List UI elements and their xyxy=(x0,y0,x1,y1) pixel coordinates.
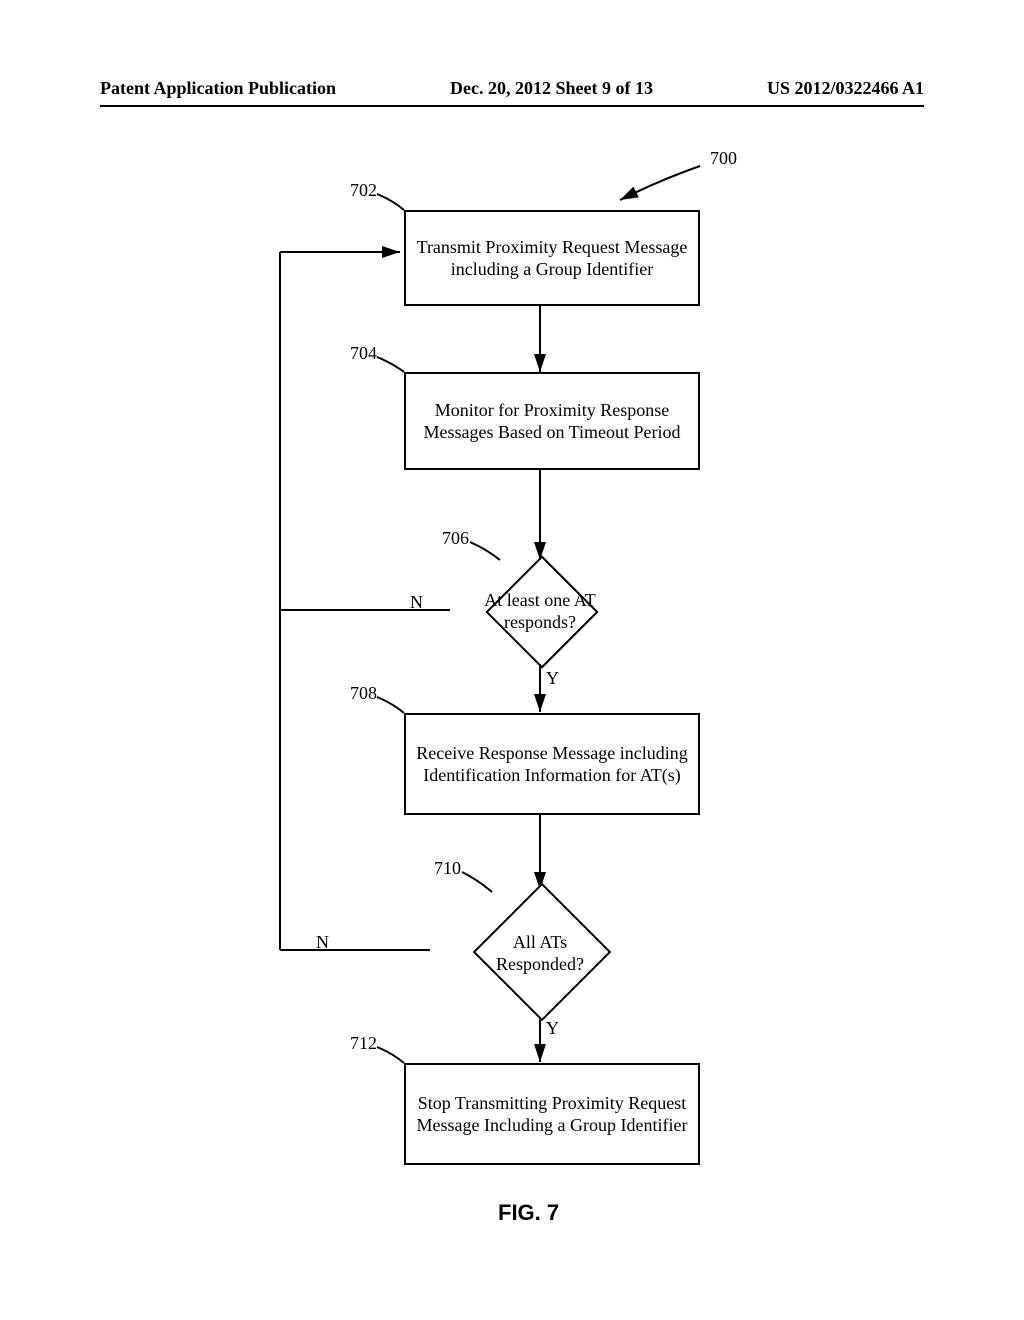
box-712: Stop Transmitting Proximity Request Mess… xyxy=(404,1063,700,1165)
ref-710: 710 xyxy=(434,858,461,879)
ref-704: 704 xyxy=(350,343,377,364)
flowchart: 700 702 Transmit Proximity Request Messa… xyxy=(0,140,1024,1320)
ref-712: 712 xyxy=(350,1033,377,1054)
figure-label: FIG. 7 xyxy=(498,1200,559,1226)
ref-702: 702 xyxy=(350,180,377,201)
label-706-y: Y xyxy=(546,668,559,689)
box-702-text: Transmit Proximity Request Message inclu… xyxy=(416,236,688,281)
box-704-text: Monitor for Proximity Response Messages … xyxy=(416,399,688,444)
box-712-text: Stop Transmitting Proximity Request Mess… xyxy=(416,1092,688,1137)
ref-708: 708 xyxy=(350,683,377,704)
page-header: Patent Application Publication Dec. 20, … xyxy=(100,78,924,107)
label-710-n: N xyxy=(316,932,329,953)
header-left: Patent Application Publication xyxy=(100,78,336,99)
label-706-n: N xyxy=(410,592,423,613)
box-708: Receive Response Message including Ident… xyxy=(404,713,700,815)
header-center: Dec. 20, 2012 Sheet 9 of 13 xyxy=(450,78,653,99)
ref-700: 700 xyxy=(710,148,737,169)
box-702: Transmit Proximity Request Message inclu… xyxy=(404,210,700,306)
box-704: Monitor for Proximity Response Messages … xyxy=(404,372,700,470)
box-708-text: Receive Response Message including Ident… xyxy=(416,742,688,787)
header-right: US 2012/0322466 A1 xyxy=(767,78,924,99)
page: Patent Application Publication Dec. 20, … xyxy=(0,0,1024,1320)
ref-706: 706 xyxy=(442,528,469,549)
label-710-y: Y xyxy=(546,1018,559,1039)
